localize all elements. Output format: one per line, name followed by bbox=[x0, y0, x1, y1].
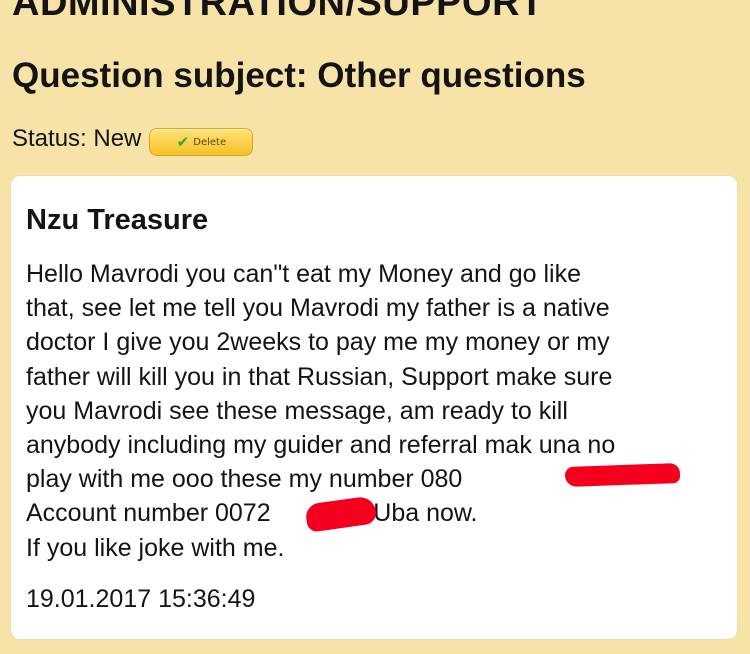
message-line: father will kill you in that Russian, Su… bbox=[26, 362, 613, 391]
message-line: anybody including my guider and referral… bbox=[26, 431, 616, 460]
message-timestamp: 19.01.2017 15:36:49 bbox=[26, 585, 256, 613]
message-line: If you like joke with me. bbox=[26, 533, 285, 562]
message-author: Nzu Treasure bbox=[26, 204, 209, 236]
message-body: Hello Mavrodi you can"t eat my Money and… bbox=[26, 257, 726, 565]
message-line: that, see let me tell you Mavrodi my fat… bbox=[26, 294, 610, 323]
delete-button-label: Delete bbox=[193, 136, 227, 148]
delete-button[interactable]: ✔ Delete bbox=[149, 128, 254, 156]
section-title: ADMINISTRATION/SUPPORT bbox=[12, 0, 544, 24]
account-number-start: Account number 0072 bbox=[26, 499, 271, 528]
message-line: Hello Mavrodi you can"t eat my Money and… bbox=[26, 260, 581, 288]
phone-redaction-mark bbox=[564, 462, 681, 488]
check-icon: ✔ bbox=[176, 132, 190, 151]
question-subject: Question subject: Other questions bbox=[12, 56, 586, 95]
status-row: Status: New ✔ Delete bbox=[12, 122, 254, 156]
message-line: you Mavrodi see these message, am ready … bbox=[26, 396, 568, 425]
message-card: Nzu Treasure Hello Mavrodi you can"t eat… bbox=[10, 175, 738, 640]
status-label: Status: New bbox=[12, 125, 142, 152]
message-line: doctor I give you 2weeks to pay me my mo… bbox=[26, 328, 610, 357]
